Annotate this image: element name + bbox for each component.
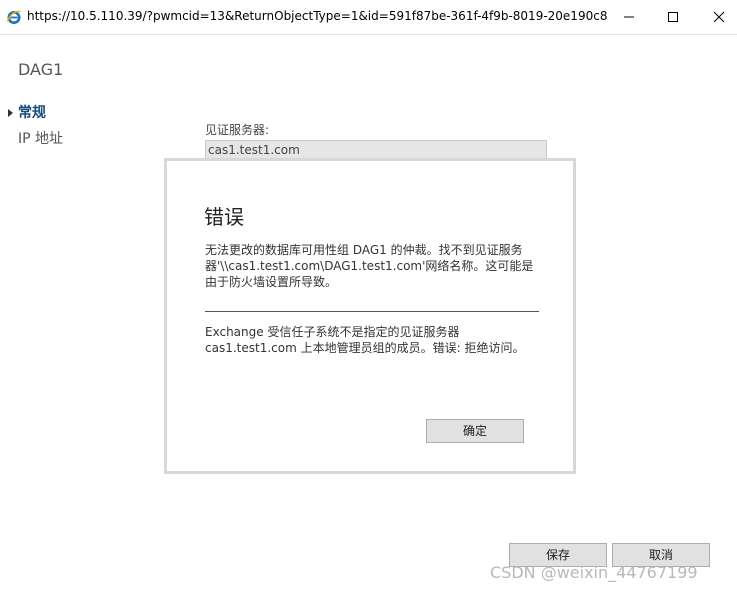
nav-item-ip-address[interactable]: IP 地址 — [8, 130, 63, 156]
minimize-button[interactable] — [612, 4, 646, 30]
ok-button[interactable]: 确定 — [426, 419, 524, 443]
watermark: CSDN @weixin_44767199 — [490, 563, 698, 582]
page-title: DAG1 — [18, 60, 64, 79]
error-message: 无法更改的数据库可用性组 DAG1 的仲裁。找不到见证服务器'\\cas1.te… — [205, 243, 534, 289]
nav-item-general[interactable]: 常规 — [8, 104, 63, 130]
sidebar-nav: 常规 IP 地址 — [8, 104, 63, 156]
url-text: https://10.5.110.39/?pwmcid=13&ReturnObj… — [27, 9, 607, 23]
maximize-button[interactable] — [656, 4, 690, 30]
ie-icon — [6, 9, 22, 25]
witness-server-label: 见证服务器: — [205, 123, 270, 137]
witness-server-input[interactable]: cas1.test1.com — [205, 140, 547, 160]
dialog-divider — [205, 311, 539, 312]
dialog-title: 错误 — [204, 205, 244, 229]
close-button[interactable] — [702, 4, 736, 30]
browser-title-bar: https://10.5.110.39/?pwmcid=13&ReturnObj… — [0, 0, 737, 35]
error-detail: Exchange 受信任子系统不是指定的见证服务器 cas1.test1.com… — [205, 325, 525, 355]
error-dialog: 错误 无法更改的数据库可用性组 DAG1 的仲裁。找不到见证服务器'\\cas1… — [164, 158, 576, 474]
